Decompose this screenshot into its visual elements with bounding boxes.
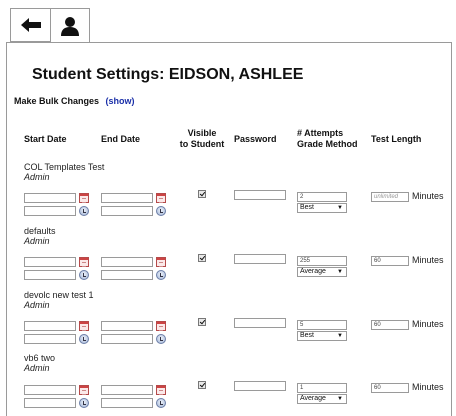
start-date-input[interactable] — [24, 193, 76, 203]
clock-icon[interactable] — [79, 206, 89, 216]
start-time-input[interactable] — [24, 206, 76, 216]
clock-icon[interactable] — [156, 206, 166, 216]
header-visible-line2: to Student — [179, 139, 225, 149]
grade-method-value: Average — [300, 395, 326, 402]
grade-method-value: Average — [300, 268, 326, 275]
clock-icon[interactable] — [156, 334, 166, 344]
clock-icon[interactable] — [79, 270, 89, 280]
test-length-input[interactable]: 60 — [371, 256, 409, 266]
grade-method-select[interactable]: Average ▼ — [297, 394, 347, 404]
header-attempts-line1: # Attempts — [297, 128, 344, 138]
header-visible-line1: Visible — [187, 128, 217, 138]
grade-method-select[interactable]: Best ▼ — [297, 203, 347, 213]
dropdown-arrow-icon: ▼ — [337, 269, 343, 275]
start-date-input[interactable] — [24, 257, 76, 267]
header-visible: Visible to Student — [178, 128, 226, 150]
dropdown-arrow-icon: ▼ — [337, 396, 343, 402]
end-time-input[interactable] — [101, 270, 153, 280]
header-start-date: Start Date — [24, 134, 67, 144]
calendar-icon[interactable] — [79, 257, 89, 267]
end-date-input[interactable] — [101, 385, 153, 395]
start-time-input[interactable] — [24, 398, 76, 408]
header-attempts: # Attempts Grade Method — [297, 128, 358, 150]
bulk-changes: Make Bulk Changes (show) — [14, 96, 135, 106]
back-tab[interactable] — [10, 8, 50, 42]
grade-method-select[interactable]: Best ▼ — [297, 331, 347, 341]
minutes-label: Minutes — [412, 255, 444, 265]
minutes-label: Minutes — [412, 382, 444, 392]
calendar-icon[interactable] — [79, 193, 89, 203]
minutes-label: Minutes — [412, 319, 444, 329]
test-role: Admin — [24, 300, 50, 310]
end-time-input[interactable] — [101, 206, 153, 216]
calendar-icon[interactable] — [156, 193, 166, 203]
grade-method-select[interactable]: Average ▼ — [297, 267, 347, 277]
calendar-icon[interactable] — [156, 385, 166, 395]
calendar-icon[interactable] — [156, 257, 166, 267]
user-icon — [61, 16, 79, 36]
attempts-input[interactable]: 2 — [297, 192, 347, 202]
calendar-icon[interactable] — [156, 321, 166, 331]
calendar-icon[interactable] — [79, 385, 89, 395]
header-password: Password — [234, 134, 277, 144]
attempts-input[interactable]: 5 — [297, 320, 347, 330]
minutes-label: Minutes — [412, 191, 444, 201]
start-time-input[interactable] — [24, 270, 76, 280]
clock-icon[interactable] — [79, 398, 89, 408]
end-time-input[interactable] — [101, 398, 153, 408]
end-date-input[interactable] — [101, 321, 153, 331]
user-tab[interactable] — [50, 8, 90, 43]
password-input[interactable] — [234, 190, 286, 200]
grade-method-value: Best — [300, 204, 315, 211]
password-input[interactable] — [234, 254, 286, 264]
dropdown-arrow-icon: ▼ — [337, 205, 343, 211]
show-bulk-link[interactable]: (show) — [106, 96, 135, 106]
settings-window: Student Settings: EIDSON, ASHLEE Make Bu… — [0, 0, 456, 416]
visible-checkbox[interactable] — [198, 254, 206, 262]
test-length-input[interactable]: 60 — [371, 383, 409, 393]
calendar-icon[interactable] — [79, 321, 89, 331]
header-end-date: End Date — [101, 134, 141, 144]
bulk-changes-label: Make Bulk Changes — [14, 96, 100, 106]
visible-checkbox[interactable] — [198, 318, 206, 326]
test-role: Admin — [24, 363, 50, 373]
header-attempts-line2: Grade Method — [297, 139, 358, 149]
end-date-input[interactable] — [101, 257, 153, 267]
clock-icon[interactable] — [156, 270, 166, 280]
start-time-input[interactable] — [24, 334, 76, 344]
test-length-input[interactable]: unlimited — [371, 192, 409, 202]
visible-checkbox[interactable] — [198, 190, 206, 198]
password-input[interactable] — [234, 318, 286, 328]
end-date-input[interactable] — [101, 193, 153, 203]
attempts-input[interactable]: 1 — [297, 383, 347, 393]
start-date-input[interactable] — [24, 321, 76, 331]
header-test-length: Test Length — [371, 134, 422, 144]
attempts-input[interactable]: 255 — [297, 256, 347, 266]
test-role: Admin — [24, 172, 50, 182]
start-date-input[interactable] — [24, 385, 76, 395]
end-time-input[interactable] — [101, 334, 153, 344]
clock-icon[interactable] — [79, 334, 89, 344]
dropdown-arrow-icon: ▼ — [337, 333, 343, 339]
grade-method-value: Best — [300, 332, 315, 339]
page-title: Student Settings: EIDSON, ASHLEE — [32, 66, 304, 83]
test-length-input[interactable]: 60 — [371, 320, 409, 330]
password-input[interactable] — [234, 381, 286, 391]
test-role: Admin — [24, 236, 50, 246]
visible-checkbox[interactable] — [198, 381, 206, 389]
clock-icon[interactable] — [156, 398, 166, 408]
back-arrow-icon — [20, 18, 41, 32]
